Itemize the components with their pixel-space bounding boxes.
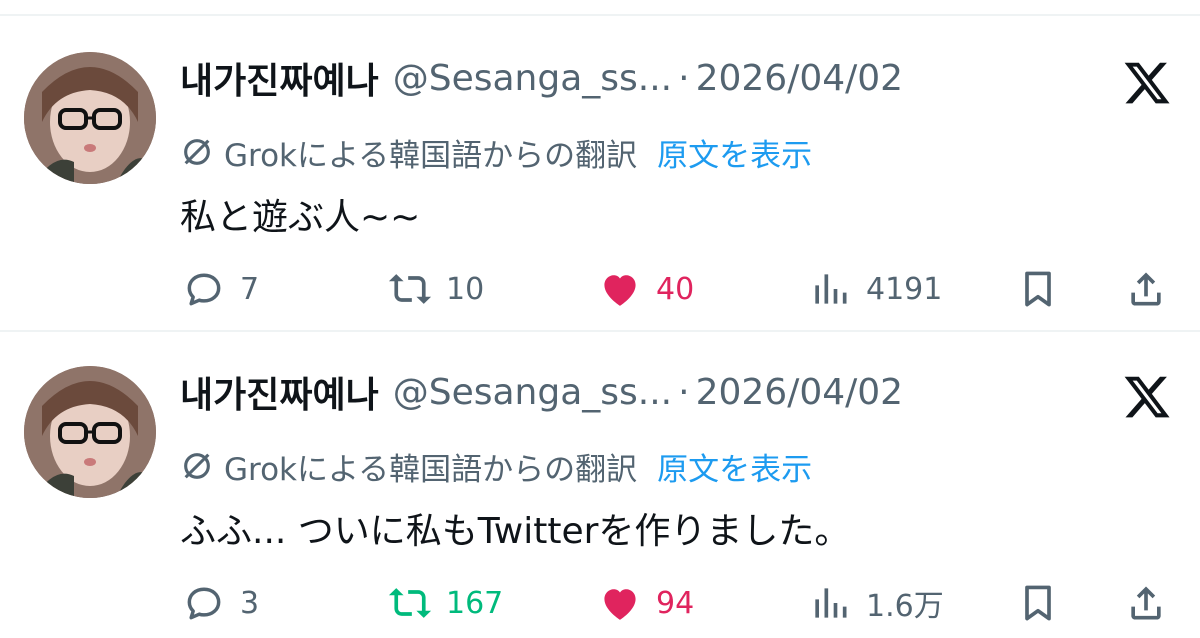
- show-original-link[interactable]: 原文を表示: [657, 444, 812, 489]
- like-count: 94: [656, 585, 695, 621]
- heart-icon: [604, 275, 636, 306]
- bookmark-button[interactable]: [1016, 254, 1060, 324]
- heart-icon: [604, 589, 636, 620]
- user-handle[interactable]: @Sesanga_ss...: [393, 372, 672, 413]
- tweet-text: 私と遊ぶ人~~: [180, 197, 421, 238]
- retweet-icon: [388, 588, 432, 618]
- tweet-actions: 3 167 94 1.6万: [0, 568, 1200, 638]
- views-button[interactable]: 4191: [808, 254, 942, 324]
- tweet-header: 내가진짜예나 @Sesanga_ss... · 2026/04/02: [180, 50, 903, 106]
- separator-dot: ·: [678, 371, 690, 413]
- translate-icon: [184, 139, 210, 165]
- share-icon: [1131, 586, 1161, 620]
- separator-dot: ·: [678, 57, 690, 99]
- tweet-header: 내가진짜예나 @Sesanga_ss... · 2026/04/02: [180, 364, 903, 420]
- retweet-icon: [388, 274, 432, 304]
- tweet-actions: 7 10 40 4191: [0, 254, 1200, 324]
- like-button[interactable]: 40: [598, 254, 694, 324]
- like-count: 40: [656, 271, 695, 307]
- retweet-count: 10: [446, 271, 485, 307]
- views-icon: [815, 274, 847, 304]
- reply-icon: [187, 587, 221, 620]
- view-count: 1.6万: [866, 589, 944, 624]
- bookmark-icon: [1025, 585, 1051, 621]
- bookmark-icon: [1025, 271, 1051, 307]
- avatar[interactable]: [24, 366, 156, 498]
- views-button[interactable]: 1.6万: [808, 568, 944, 638]
- retweet-button[interactable]: 10: [388, 254, 484, 324]
- show-original-link[interactable]: 原文を表示: [657, 130, 812, 175]
- share-button[interactable]: [1124, 254, 1168, 324]
- top-divider: [0, 14, 1200, 16]
- translation-label: Grokによる韓国語からの翻訳: [224, 451, 638, 488]
- bookmark-button[interactable]: [1016, 568, 1060, 638]
- translation-row: Grokによる韓国語からの翻訳 原文を表示: [180, 126, 812, 178]
- reply-count: 3: [240, 585, 260, 621]
- share-icon: [1131, 272, 1161, 306]
- tweet-date[interactable]: 2026/04/02: [696, 372, 904, 413]
- user-handle[interactable]: @Sesanga_ss...: [393, 58, 672, 99]
- share-button[interactable]: [1124, 568, 1168, 638]
- display-name[interactable]: 내가진짜예나: [180, 52, 379, 104]
- translate-icon: [184, 453, 210, 479]
- reply-button[interactable]: 3: [182, 568, 259, 638]
- translation-label: Grokによる韓国語からの翻訳: [224, 137, 638, 174]
- tweet[interactable]: 내가진짜예나 @Sesanga_ss... · 2026/04/02 Grokに…: [0, 18, 1200, 318]
- display-name[interactable]: 내가진짜예나: [180, 366, 379, 418]
- views-icon: [815, 588, 847, 618]
- retweet-count: 167: [446, 585, 504, 621]
- view-count: 4191: [866, 271, 943, 307]
- x-logo-icon: [1124, 376, 1170, 418]
- tweet[interactable]: 내가진짜예나 @Sesanga_ss... · 2026/04/02 Grokに…: [0, 332, 1200, 632]
- translation-row: Grokによる韓国語からの翻訳 原文を表示: [180, 440, 812, 492]
- x-logo-icon: [1124, 62, 1170, 104]
- avatar[interactable]: [24, 52, 156, 184]
- tweet-text: ふふ... ついに私もTwitterを作りました。: [180, 511, 851, 552]
- like-button[interactable]: 94: [598, 568, 694, 638]
- tweet-date[interactable]: 2026/04/02: [696, 58, 904, 99]
- reply-count: 7: [240, 271, 260, 307]
- retweet-button[interactable]: 167: [388, 568, 503, 638]
- reply-icon: [187, 273, 221, 306]
- reply-button[interactable]: 7: [182, 254, 259, 324]
